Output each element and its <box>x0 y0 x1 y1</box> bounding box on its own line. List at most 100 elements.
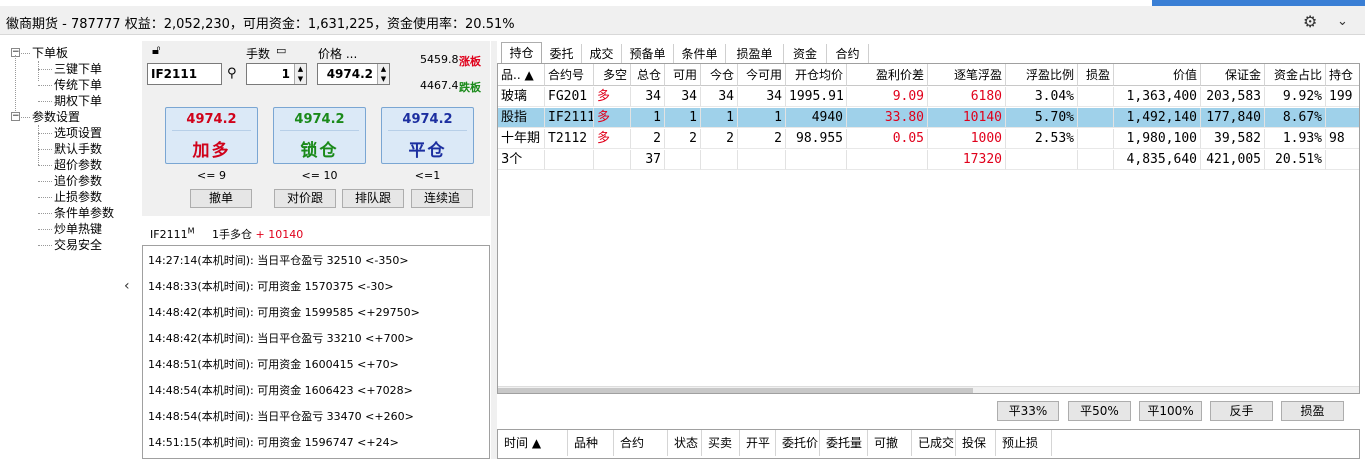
contract-input[interactable]: IF2111 <box>147 63 222 85</box>
tree-item[interactable]: 选项设置 <box>54 125 102 141</box>
tab-1[interactable]: 委托 <box>542 44 582 64</box>
order-column-header[interactable]: 时间 ▲ <box>498 430 568 456</box>
tree-item[interactable]: 参数设置 <box>32 109 80 125</box>
table-cell: 98.955 <box>786 129 847 149</box>
position-action-button[interactable]: 平50% <box>1068 401 1131 421</box>
order-column-header[interactable]: 投保 <box>956 430 996 456</box>
order-column-header[interactable]: 已成交 <box>912 430 956 456</box>
lock-icon[interactable]: 🔓︎ <box>152 43 160 58</box>
order-column-header[interactable]: 可撤 <box>868 430 912 456</box>
tree-item[interactable]: 超价参数 <box>54 157 102 173</box>
column-header[interactable]: 持仓 <box>1326 64 1359 86</box>
tab-2[interactable]: 成交 <box>582 44 622 64</box>
position-action-button[interactable]: 反手 <box>1210 401 1273 421</box>
column-header[interactable]: 资金占比 <box>1265 64 1326 86</box>
price-stepper[interactable]: 4974.2 ▲ ▼ <box>317 63 390 85</box>
tree-item[interactable]: 炒单热键 <box>54 221 102 237</box>
price-label[interactable]: 价格 ... <box>318 45 357 62</box>
lots-stepper[interactable]: 1 ▲ ▼ <box>246 63 307 85</box>
tab-4[interactable]: 条件单 <box>674 44 726 64</box>
table-cell: FG201 <box>545 87 594 107</box>
column-header[interactable]: 可用 <box>665 64 701 86</box>
chevron-down-icon[interactable]: ⌄ <box>1337 14 1348 29</box>
order-small-button[interactable]: 连续追 <box>411 189 473 208</box>
order-column-header[interactable]: 买卖 <box>702 430 740 456</box>
order-limit-label: <= 9 <box>197 169 226 182</box>
tab-0[interactable]: 持仓 <box>501 42 542 64</box>
position-action-button[interactable]: 平33% <box>997 401 1059 421</box>
table-cell <box>1326 108 1359 128</box>
title-bar: 徽商期货 - 787777 权益：2,052,230，可用资金：1,631,22… <box>0 6 1365 35</box>
position-sup: M <box>187 226 195 236</box>
tree-item[interactable]: 期权下单 <box>54 93 102 109</box>
tab-6[interactable]: 资金 <box>784 44 827 64</box>
column-header[interactable]: 开仓均价 <box>786 64 847 86</box>
order-column-header[interactable]: 委托价 <box>776 430 820 456</box>
position-contract: IF2111 <box>150 228 188 241</box>
order-small-button[interactable]: 撤单 <box>190 189 252 208</box>
order-limit-label: <= 10 <box>301 169 338 182</box>
order-limit-label: <=1 <box>414 169 441 182</box>
order-column-header[interactable]: 品种 <box>568 430 614 456</box>
price-spin[interactable]: ▲ ▼ <box>377 64 389 84</box>
column-header[interactable]: 逐笔浮盈 <box>928 64 1006 86</box>
log-line: 14:51:15(本机时间): 可用资金 1596747 <+24> <box>148 436 399 449</box>
column-header[interactable]: 今仓 <box>701 64 738 86</box>
column-header[interactable]: 合约号 <box>545 64 594 86</box>
lots-spin[interactable]: ▲ ▼ <box>294 64 306 84</box>
order-column-header[interactable]: 状态 <box>668 430 702 456</box>
order-button-2[interactable]: 4974.2 平仓 <box>381 107 474 164</box>
log-line: 14:27:14(本机时间): 当日平仓盈亏 32510 <-350> <box>148 254 409 267</box>
table-cell: T2112 <box>545 129 594 149</box>
price-value: 4974.2 <box>326 67 373 81</box>
column-header[interactable]: 品.. ▲ <box>498 64 545 86</box>
order-small-button[interactable]: 对价跟 <box>274 189 336 208</box>
tree-item[interactable]: 传统下单 <box>54 77 102 93</box>
table-cell: 多 <box>594 129 631 149</box>
tab-7[interactable]: 合约 <box>827 44 869 64</box>
column-header[interactable]: 盈利价差 <box>847 64 928 86</box>
table-cell <box>1078 87 1114 107</box>
order-column-header[interactable]: 委托量 <box>820 430 868 456</box>
tree-expander-icon[interactable]: − <box>11 112 20 121</box>
position-action-button[interactable]: 损盈 <box>1281 401 1344 421</box>
table-cell <box>847 150 928 170</box>
order-column-header[interactable]: 预止损 <box>996 430 1052 456</box>
table-cell: 34 <box>631 87 665 107</box>
horizontal-scrollbar[interactable] <box>498 386 1359 393</box>
tab-bar: 持仓 委托 成交 预备单 条件单 损盈单 资金 合约 <box>498 42 1365 64</box>
order-small-button[interactable]: 排队跟 <box>342 189 404 208</box>
column-header[interactable]: 价值 <box>1114 64 1201 86</box>
tree-item[interactable]: 交易安全 <box>54 237 102 253</box>
column-header[interactable]: 保证金 <box>1201 64 1265 86</box>
chat-icon[interactable]: ▭ <box>276 44 286 57</box>
tab-3[interactable]: 预备单 <box>622 44 674 64</box>
column-header[interactable]: 损盈 <box>1078 64 1114 86</box>
tree-item[interactable]: 追价参数 <box>54 173 102 189</box>
order-button-1[interactable]: 4974.2 锁仓 <box>273 107 366 164</box>
collapse-panel-icon[interactable]: ‹ <box>124 278 130 294</box>
order-button-action: 平仓 <box>408 141 447 161</box>
tree-item[interactable]: 下单板 <box>32 45 68 61</box>
window-title: 徽商期货 - 787777 权益：2,052,230，可用资金：1,631,22… <box>6 17 515 32</box>
position-action-button[interactable]: 平100% <box>1139 401 1202 421</box>
table-cell: 34 <box>738 87 786 107</box>
tree-item[interactable]: 默认手数 <box>54 141 102 157</box>
column-header[interactable]: 多空 <box>594 64 631 86</box>
tree-item[interactable]: 条件单参数 <box>54 205 114 221</box>
tab-5[interactable]: 损盈单 <box>726 44 784 64</box>
table-cell: 20.51% <box>1265 150 1326 170</box>
table-cell: 34 <box>701 87 738 107</box>
column-header[interactable]: 总仓 <box>631 64 665 86</box>
column-header[interactable]: 浮盈比例 <box>1006 64 1078 86</box>
column-header[interactable]: 今可用 <box>738 64 786 86</box>
table-cell: 1995.91 <box>786 87 847 107</box>
order-button-price: 4974.2 <box>402 112 453 127</box>
search-icon[interactable]: ⚲ <box>227 66 237 81</box>
order-button-0[interactable]: 4974.2 加多 <box>165 107 258 164</box>
tree-item[interactable]: 止损参数 <box>54 189 102 205</box>
order-column-header[interactable]: 开平 <box>740 430 776 456</box>
gear-icon[interactable]: ⚙ <box>1303 12 1317 31</box>
tree-item[interactable]: 三键下单 <box>54 61 102 77</box>
order-column-header[interactable]: 合约 <box>614 430 668 456</box>
